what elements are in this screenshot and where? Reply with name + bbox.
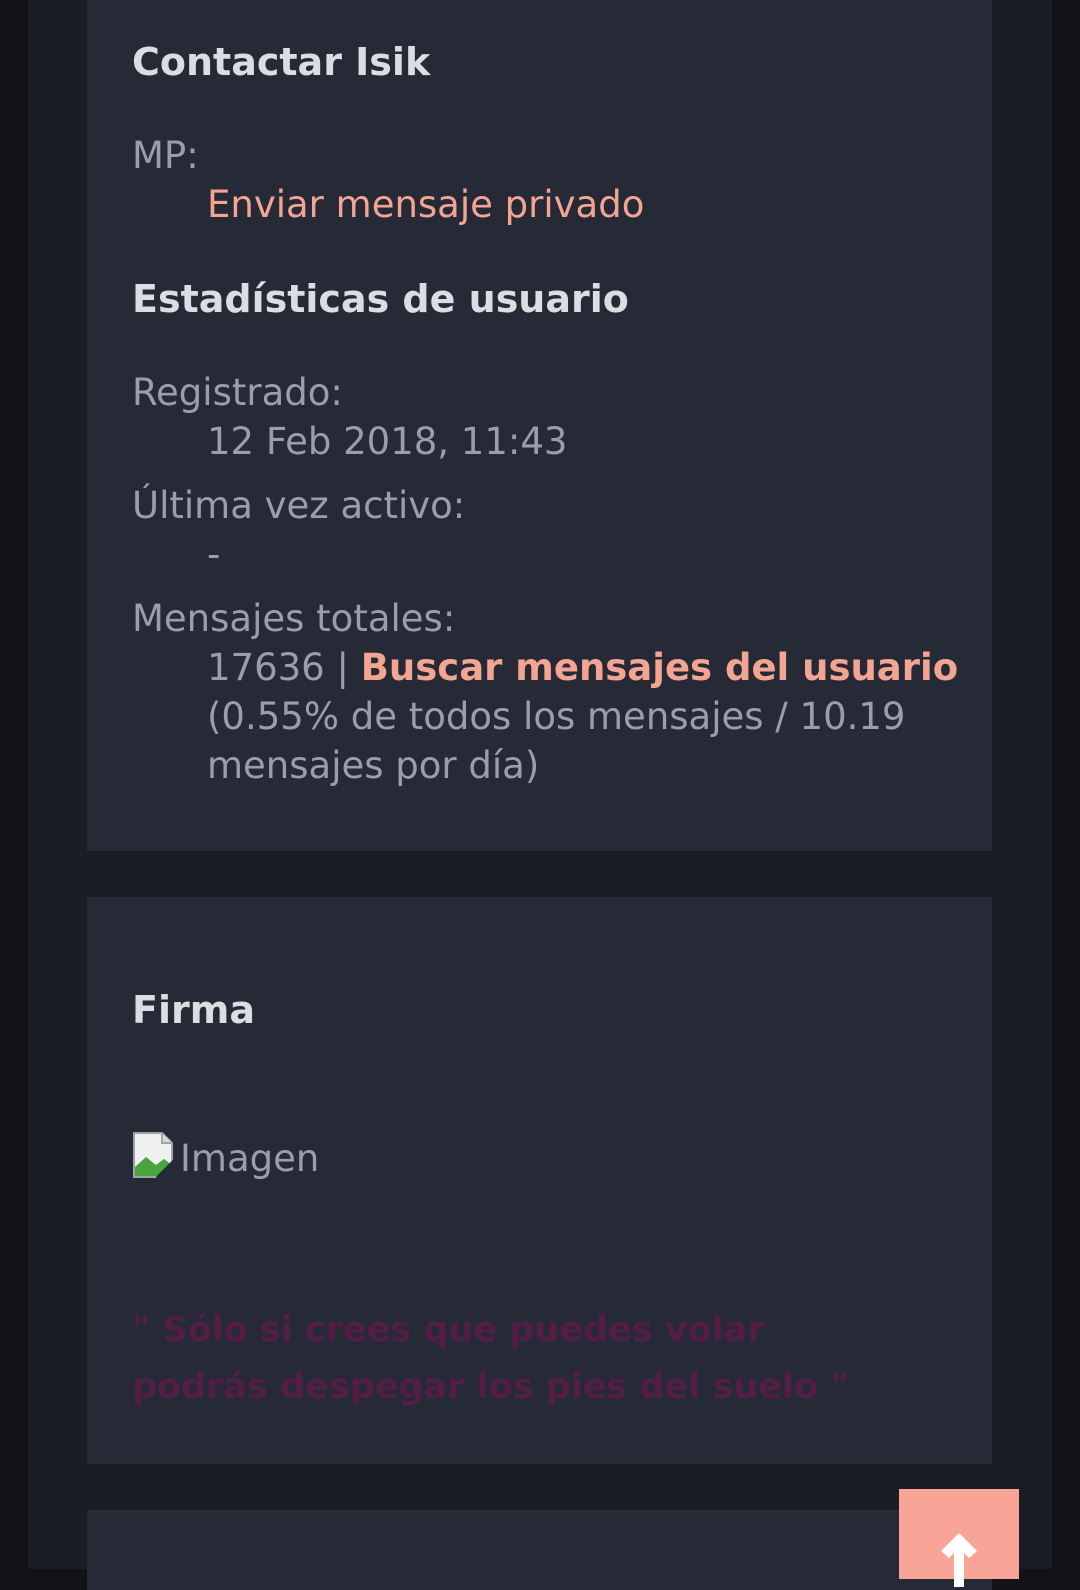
contact-heading: Contactar Isik bbox=[132, 40, 431, 84]
registered-value: 12 Feb 2018, 11:43 bbox=[207, 420, 568, 463]
signature-image-alt: Imagen bbox=[180, 1137, 320, 1180]
search-user-posts-link[interactable]: Buscar mensajes del usuario bbox=[361, 646, 958, 689]
posts-ratio-line-1: (0.55% de todos los mensajes / 10.19 bbox=[207, 695, 906, 738]
arrow-up-icon bbox=[941, 1533, 977, 1587]
last-active-label: Última vez activo: bbox=[132, 484, 466, 527]
broken-image-icon bbox=[132, 1131, 183, 1182]
signature-quote: " Sólo si crees que puedes volar podrás … bbox=[132, 1310, 849, 1407]
signature-image: Imagen bbox=[132, 1131, 320, 1182]
total-posts-row: 17636 | Buscar mensajes del usuario bbox=[207, 646, 958, 689]
total-posts-label: Mensajes totales: bbox=[132, 597, 456, 640]
send-private-message-link[interactable]: Enviar mensaje privado bbox=[207, 183, 644, 226]
last-active-value: - bbox=[207, 533, 221, 576]
posts-ratio-line-2: mensajes por día) bbox=[207, 744, 540, 787]
total-posts-count: 17636 | bbox=[207, 646, 349, 689]
pm-label: MP: bbox=[132, 134, 199, 177]
user-stats-heading: Estadísticas de usuario bbox=[132, 277, 629, 321]
signature-heading: Firma bbox=[132, 988, 255, 1032]
registered-label: Registrado: bbox=[132, 371, 343, 414]
back-to-top-button[interactable] bbox=[899, 1489, 1019, 1587]
next-panel bbox=[87, 1510, 992, 1590]
